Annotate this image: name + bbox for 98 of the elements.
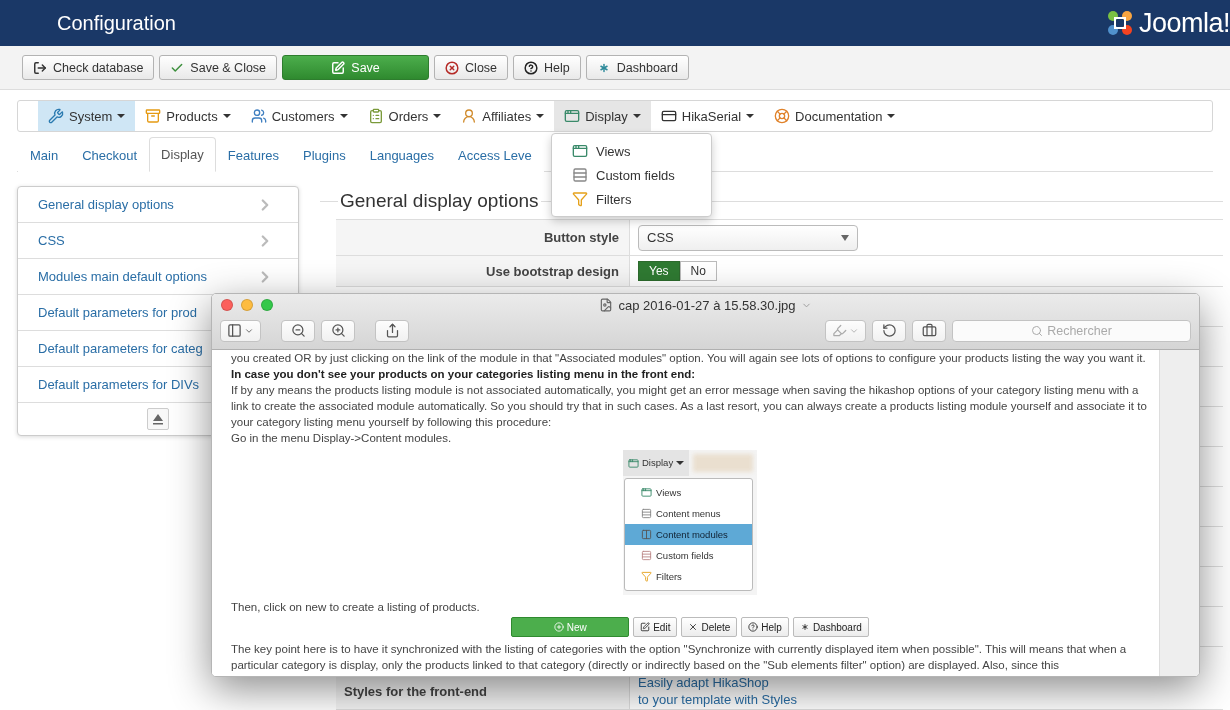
help-icon xyxy=(748,622,759,632)
edit-icon xyxy=(640,622,651,632)
caret-icon xyxy=(841,234,849,241)
toolbox-button[interactable] xyxy=(912,319,946,342)
share-button[interactable] xyxy=(375,319,409,342)
styles-link[interactable]: Easily adapt HikaShop xyxy=(638,675,797,690)
caret-icon xyxy=(222,114,231,118)
doc-button[interactable]: Edit xyxy=(633,617,678,637)
plus-icon xyxy=(553,622,564,632)
dropdown-item[interactable]: Custom fields xyxy=(552,163,711,187)
logo-text: Joomla! xyxy=(1138,7,1230,39)
box-icon xyxy=(145,108,162,124)
pen-icon xyxy=(832,323,847,338)
sidebar-icon xyxy=(227,323,242,338)
toolbar-button[interactable]: Save xyxy=(282,55,430,80)
doc-button[interactable]: Help xyxy=(741,617,789,637)
zoom-in-button[interactable] xyxy=(321,319,355,342)
image-file-icon xyxy=(599,298,614,312)
fields-icon xyxy=(572,167,588,183)
menu-item[interactable]: Display xyxy=(554,101,651,131)
rotate-button[interactable] xyxy=(872,319,906,342)
toggle-option[interactable]: No xyxy=(679,261,717,281)
dropdown-item: Views xyxy=(625,482,752,503)
toolbar-button[interactable]: Dashboard xyxy=(585,55,689,80)
close-icon xyxy=(445,60,460,75)
menu-item[interactable]: Customers xyxy=(240,101,358,131)
menu-item[interactable]: Affiliates xyxy=(451,101,555,131)
dropdown-item: Custom fields xyxy=(625,545,752,566)
sidebar-toggle-button[interactable] xyxy=(220,319,261,342)
window-icon xyxy=(628,457,639,469)
zoom-in-icon xyxy=(330,323,346,338)
caret-icon xyxy=(117,114,126,118)
blurred-area xyxy=(693,454,753,472)
caret-icon xyxy=(676,461,685,465)
tab[interactable]: Display xyxy=(149,137,216,172)
menu-item[interactable]: System xyxy=(38,101,136,131)
styles-link[interactable]: to your template with Styles xyxy=(638,692,797,707)
field-label: Use bootstrap design xyxy=(336,256,630,286)
paragraph: Go in the menu Display->Content modules. xyxy=(231,431,453,446)
search-icon xyxy=(1031,324,1044,337)
doc-button[interactable]: Dashboard xyxy=(792,617,869,637)
help-icon xyxy=(524,60,539,75)
eject-icon xyxy=(152,413,164,425)
zoom-out-icon xyxy=(290,323,306,338)
window-title: cap 2016-01-27 à 15.58.30.jpg xyxy=(618,297,796,313)
dropdown-item: Content modules xyxy=(625,524,752,545)
filter-icon xyxy=(572,191,588,207)
exit-icon xyxy=(33,60,47,75)
briefcase-icon xyxy=(921,323,937,338)
toggle-option[interactable]: Yes xyxy=(638,261,680,281)
caret-icon xyxy=(433,114,442,118)
users-icon xyxy=(250,108,267,124)
delete-icon xyxy=(688,622,699,632)
fields-icon xyxy=(641,550,652,561)
dropdown-item[interactable]: Filters xyxy=(552,187,711,211)
close-icon[interactable] xyxy=(221,299,233,311)
card-icon xyxy=(660,108,677,124)
toolbar-button[interactable]: Close xyxy=(434,55,509,80)
lifebuoy-icon xyxy=(774,108,791,124)
dropdown-item[interactable]: Views xyxy=(552,139,711,163)
filter-icon xyxy=(641,571,652,582)
list-icon xyxy=(641,508,652,519)
caret-icon xyxy=(632,114,641,118)
caret-icon xyxy=(339,114,348,118)
sidebar-item[interactable]: CSS xyxy=(18,223,298,259)
dropdown-item: Content menus xyxy=(625,503,752,524)
caret-icon xyxy=(887,114,896,118)
dropdown-item: Filters xyxy=(625,566,752,587)
sidebar-item[interactable]: General display options xyxy=(18,187,298,223)
window-icon xyxy=(564,108,581,124)
clipboard-icon xyxy=(367,108,384,124)
page-title: Configuration xyxy=(57,11,176,35)
zoom-out-button[interactable] xyxy=(281,319,315,342)
paragraph: The key point here is to have it synchronized with the listing of categories with the option "Synchronize with currently displayed item when possible". This will means that when a particular category is display, only the products linked to that category (directly or indirectly based on the "Sub elements filter" option) are displayed. Also, since this xyxy=(231,642,1128,673)
window-icon xyxy=(641,487,652,498)
field-label: Button style xyxy=(336,220,630,255)
asterisk-icon xyxy=(799,622,810,632)
toolbar-button[interactable]: Save & Close xyxy=(159,55,278,80)
paragraph: Then, click on new to create a listing of products. xyxy=(231,600,481,615)
style-select[interactable]: CSS xyxy=(638,224,858,251)
section-title: General display options xyxy=(339,190,540,212)
caret-icon xyxy=(536,114,545,118)
toolbar-button[interactable]: Help xyxy=(513,55,581,80)
collapse-button[interactable] xyxy=(147,408,169,430)
caret-icon xyxy=(746,114,755,118)
menu-item[interactable]: Products xyxy=(135,101,241,131)
window-icon xyxy=(572,143,588,159)
edit-icon xyxy=(331,60,346,75)
wrench-icon xyxy=(48,108,64,124)
menu-item[interactable]: Orders xyxy=(357,101,452,131)
share-icon xyxy=(384,323,400,338)
user-icon xyxy=(461,108,478,124)
rotate-icon xyxy=(881,323,897,338)
toolbar-button[interactable]: Check database xyxy=(22,55,155,80)
menu-item[interactable]: Documentation xyxy=(764,101,906,131)
columns-icon xyxy=(641,529,652,540)
menu-item[interactable]: HikaSerial xyxy=(650,101,765,131)
doc-button[interactable]: Delete xyxy=(681,617,738,637)
